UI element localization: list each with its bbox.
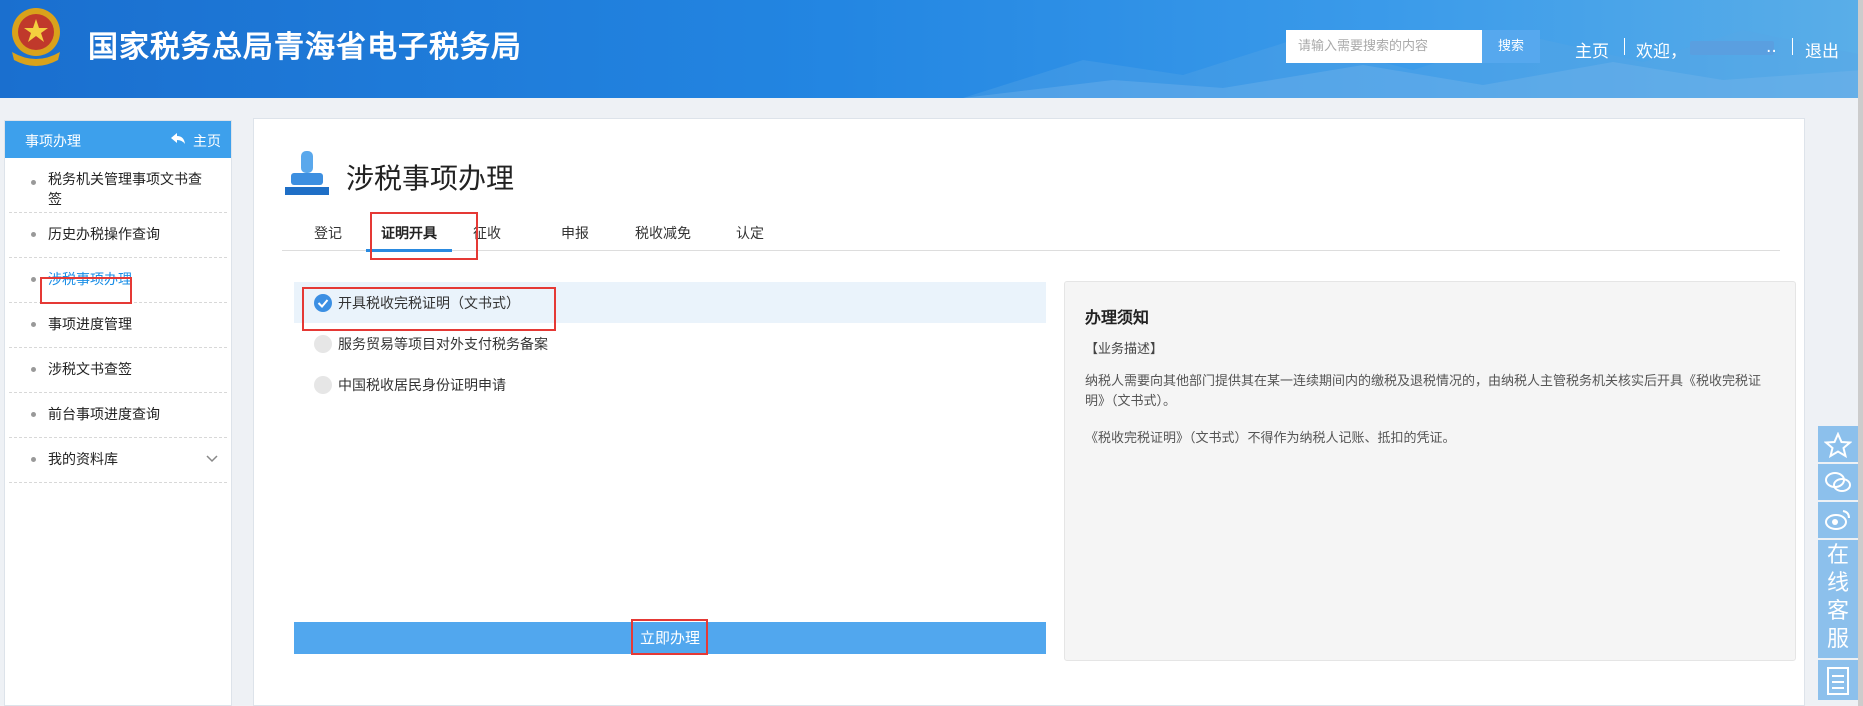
top-header: 国家税务总局青海省电子税务局 请输入需要搜索的内容 搜索 主页 欢迎， .. 退… xyxy=(0,0,1863,98)
notice-paragraph: 《税收完税证明》（文书式）不得作为纳税人记账、抵扣的凭证。 xyxy=(1085,431,1456,446)
notice-tag: 【业务描述】 xyxy=(1085,342,1164,357)
sidebar-item-doc-sign[interactable]: 税务机关管理事项文书查 签 xyxy=(9,158,227,213)
bullet xyxy=(31,277,36,282)
highlight-box xyxy=(370,212,478,260)
sidebar-item-my-library[interactable]: 我的资料库 xyxy=(9,438,227,483)
sidebar: 事项办理 主页 税务机关管理事项文书查 签 历史办税操作查询 涉税事项办理 事项… xyxy=(4,120,232,706)
search-input[interactable]: 请输入需要搜索的内容 xyxy=(1286,30,1482,63)
sidebar-item-progress-mgmt[interactable]: 事项进度管理 xyxy=(9,303,227,348)
nav-separator xyxy=(1624,38,1625,55)
favorite-button[interactable] xyxy=(1818,426,1858,462)
notice-paragraph: 纳税人需要向其他部门提供其在某一连续期间内的缴税及退税情况的，由纳税人主管税务机… xyxy=(1085,374,1762,409)
document-icon xyxy=(1827,667,1849,695)
option-label: 中国税收居民身份证明申请 xyxy=(338,378,506,394)
search-button[interactable]: 搜索 xyxy=(1482,30,1540,63)
highlight-box xyxy=(40,277,132,304)
sidebar-item-label-line2: 签 xyxy=(48,192,62,208)
highlight-box xyxy=(631,619,708,655)
tab-declaration[interactable]: 申报 xyxy=(561,223,589,243)
bullet xyxy=(31,180,36,185)
weibo-button[interactable] xyxy=(1818,502,1858,538)
feedback-button[interactable] xyxy=(1818,660,1858,700)
scrollbar[interactable] xyxy=(1858,0,1863,706)
notice-title: 办理须知 xyxy=(1085,308,1150,327)
tax-emblem-logo xyxy=(12,8,60,66)
sidebar-item-front-progress[interactable]: 前台事项进度查询 xyxy=(9,393,227,438)
star-icon xyxy=(1824,432,1852,458)
bullet xyxy=(31,412,36,417)
sidebar-item-label: 税务机关管理事项文书查 xyxy=(48,172,202,188)
weibo-icon xyxy=(1825,510,1850,530)
nav-separator xyxy=(1792,38,1793,55)
home-link[interactable]: 主页 xyxy=(1575,37,1609,62)
site-title: 国家税务总局青海省电子税务局 xyxy=(88,30,522,65)
sidebar-item-label: 我的资料库 xyxy=(48,452,118,468)
back-arrow-icon[interactable] xyxy=(169,130,187,148)
logout-link[interactable]: 退出 xyxy=(1805,37,1839,62)
tab-bar: 登记 证明开具 征收 申报 税收减免 认定 xyxy=(282,217,1780,252)
sidebar-home-link[interactable]: 主页 xyxy=(193,131,221,151)
tab-accreditation[interactable]: 认定 xyxy=(736,223,764,243)
bullet xyxy=(31,322,36,327)
chevron-down-icon[interactable] xyxy=(205,452,219,466)
welcome-suffix: .. xyxy=(1766,37,1777,57)
sidebar-header: 事项办理 主页 xyxy=(5,121,231,158)
stamp-icon xyxy=(285,151,329,195)
highlight-box xyxy=(302,287,556,331)
radio-unchecked[interactable] xyxy=(314,335,332,353)
option-tax-residency-certificate[interactable]: 中国税收居民身份证明申请 xyxy=(294,364,1046,405)
sidebar-item-doc-check[interactable]: 涉税文书查签 xyxy=(9,348,227,393)
option-label: 服务贸易等项目对外支付税务备案 xyxy=(338,337,548,353)
page-title: 涉税事项办理 xyxy=(346,162,515,195)
sidebar-item-label: 涉税文书查签 xyxy=(48,362,132,378)
wechat-icon xyxy=(1825,472,1851,492)
main-panel: 涉税事项办理 登记 证明开具 征收 申报 税收减免 认定 开具税收完税证明（文书… xyxy=(253,118,1805,706)
bullet xyxy=(31,457,36,462)
wechat-button[interactable] xyxy=(1818,464,1858,500)
online-service-button[interactable]: 在线客服 xyxy=(1818,540,1858,658)
bullet xyxy=(31,232,36,237)
sidebar-item-label: 前台事项进度查询 xyxy=(48,407,160,423)
sidebar-item-label: 事项进度管理 xyxy=(48,317,132,333)
bullet xyxy=(31,367,36,372)
sidebar-item-history-query[interactable]: 历史办税操作查询 xyxy=(9,213,227,258)
notice-panel: 办理须知 【业务描述】 纳税人需要向其他部门提供其在某一连续期间内的缴税及退税情… xyxy=(1064,281,1796,661)
username-masked xyxy=(1690,41,1774,55)
sidebar-item-label: 历史办税操作查询 xyxy=(48,227,160,243)
tab-registration[interactable]: 登记 xyxy=(314,223,342,243)
tab-tax-relief[interactable]: 税收减免 xyxy=(635,223,691,243)
sidebar-title: 事项办理 xyxy=(25,134,81,150)
radio-unchecked[interactable] xyxy=(314,376,332,394)
welcome-text: 欢迎， xyxy=(1636,42,1687,62)
